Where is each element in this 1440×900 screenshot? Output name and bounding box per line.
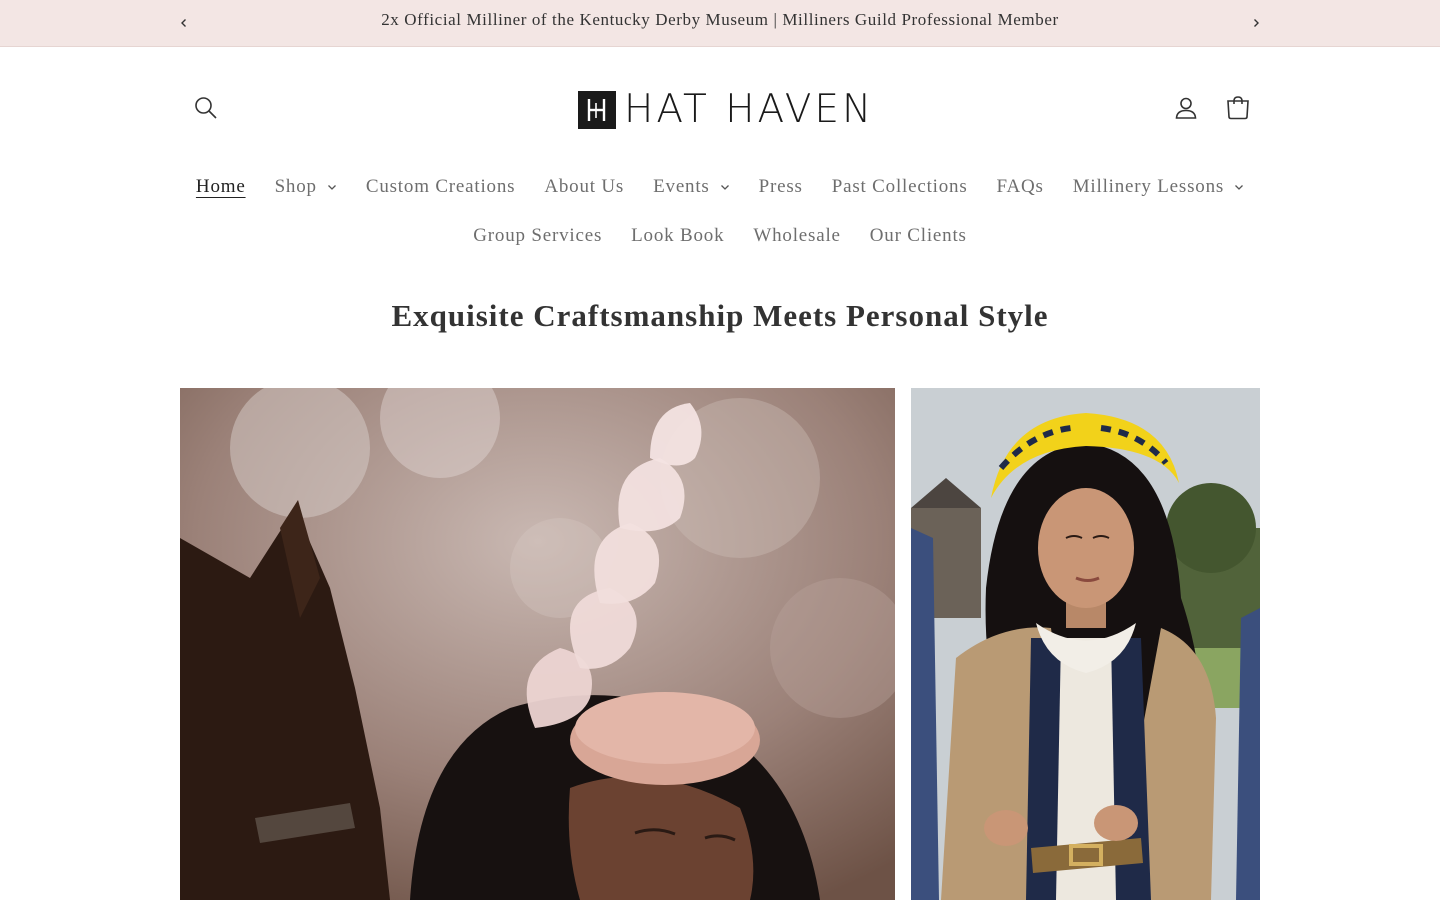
nav-item-label: Press — [758, 176, 803, 197]
announcement-text: 2x Official Milliner of the Kentucky Der… — [381, 10, 1059, 29]
nav-item-our-clients[interactable]: Our Clients — [855, 221, 981, 251]
hero-image-headband[interactable] — [911, 388, 1260, 900]
nav-item-label: About Us — [544, 176, 625, 197]
nav-item-label: Wholesale — [753, 225, 841, 246]
nav-item-label: Home — [195, 176, 246, 197]
nav-item-label: Group Services — [473, 225, 603, 246]
nav-item-label: Past Collections — [831, 176, 968, 197]
cart-icon — [1225, 95, 1251, 121]
chevron-down-icon — [327, 182, 337, 192]
chevron-down-icon — [1234, 182, 1244, 192]
announcement-prev-button[interactable] — [171, 10, 197, 36]
nav-item-events[interactable]: Events — [639, 172, 745, 202]
nav-item-home[interactable]: Home — [181, 172, 260, 202]
page-heading: Exquisite Craftsmanship Meets Personal S… — [391, 298, 1049, 333]
nav-item-label: Events — [653, 176, 710, 197]
nav-item-press[interactable]: Press — [744, 172, 817, 202]
search-button[interactable] — [184, 86, 228, 130]
main-nav-row-2: Group Services Look Book Wholesale Our Clie… — [0, 221, 1440, 251]
nav-item-label: Look Book — [631, 225, 725, 246]
account-button[interactable] — [1164, 86, 1208, 130]
nav-item-custom-creations[interactable]: Custom Creations — [351, 172, 530, 202]
site-logo[interactable]: HAT HAVEN — [578, 88, 874, 132]
nav-item-label: Millinery Lessons — [1072, 176, 1225, 197]
nav-item-label: Custom Creations — [365, 176, 516, 197]
nav-item-shop[interactable]: Shop — [260, 172, 351, 202]
announcement-bar: 2x Official Milliner of the Kentucky Der… — [0, 0, 1440, 47]
search-icon — [193, 95, 219, 121]
cart-button[interactable] — [1216, 86, 1260, 130]
nav-item-label: Our Clients — [869, 225, 967, 246]
hero-image-fascinator[interactable] — [180, 388, 895, 900]
nav-item-group-services[interactable]: Group Services — [459, 221, 617, 251]
account-icon — [1173, 95, 1199, 121]
nav-item-past-collections[interactable]: Past Collections — [817, 172, 982, 202]
nav-item-millinery-lessons[interactable]: Millinery Lessons — [1058, 172, 1258, 202]
nav-item-label: Shop — [274, 176, 317, 197]
nav-item-label: FAQs — [996, 176, 1044, 197]
chevron-right-icon — [1251, 18, 1261, 28]
chevron-down-icon — [720, 182, 730, 192]
logo-text: HAT HAVEN — [624, 87, 875, 132]
logo-mark-icon — [578, 91, 616, 129]
nav-item-faqs[interactable]: FAQs — [982, 172, 1058, 202]
main-nav-row-1: Home Shop Custom Creations About Us Events Pr… — [0, 172, 1440, 202]
nav-item-wholesale[interactable]: Wholesale — [739, 221, 855, 251]
nav-item-about-us[interactable]: About Us — [530, 172, 639, 202]
nav-item-look-book[interactable]: Look Book — [617, 221, 739, 251]
announcement-next-button[interactable] — [1243, 10, 1269, 36]
chevron-left-icon — [179, 18, 189, 28]
